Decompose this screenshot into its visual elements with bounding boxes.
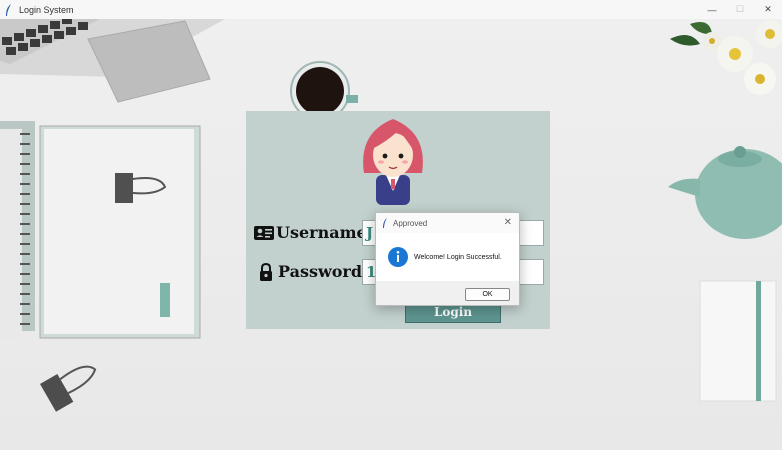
maximize-button[interactable]: ☐ <box>726 0 754 19</box>
username-label: Username <box>254 223 367 242</box>
dialog-close-button[interactable]: ✕ <box>504 217 512 228</box>
lock-icon <box>260 262 272 281</box>
approved-dialog: Approved ✕ Welcome! Login Successful. OK <box>375 212 520 306</box>
window-title: Login System <box>19 4 74 15</box>
minimize-button[interactable]: — <box>698 0 726 19</box>
dialog-message: Welcome! Login Successful. <box>414 253 502 261</box>
dialog-body: Welcome! Login Successful. <box>376 233 519 281</box>
feather-app-icon <box>6 3 11 16</box>
ok-button[interactable]: OK <box>465 288 510 301</box>
feather-app-icon <box>383 218 387 228</box>
dialog-title: Approved <box>393 218 428 228</box>
notebook-image <box>0 121 201 339</box>
dialog-titlebar: Approved ✕ <box>376 213 519 233</box>
password-label-text: Password <box>278 262 363 281</box>
info-icon <box>388 247 408 267</box>
username-label-text: Username <box>276 223 367 242</box>
window-titlebar: Login System — ☐ ✕ <box>0 0 782 19</box>
flowers-image <box>670 20 782 95</box>
notepad-image <box>699 280 777 402</box>
laptop-image <box>0 19 225 103</box>
teapot-image <box>668 146 782 239</box>
binder-clip-image <box>40 365 97 412</box>
id-card-icon <box>254 225 274 240</box>
avatar-icon <box>363 119 423 205</box>
dialog-footer: OK <box>376 281 519 305</box>
password-label: Password <box>256 262 362 281</box>
close-button[interactable]: ✕ <box>754 0 782 19</box>
